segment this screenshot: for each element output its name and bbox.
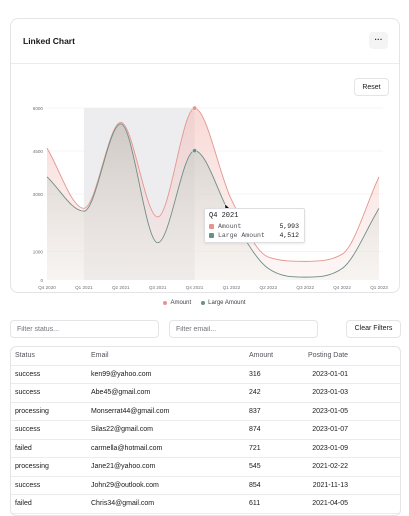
cell-status: processing [15, 463, 49, 470]
cell-posting-date: 2023-01-07 [308, 426, 348, 433]
cell-email: carmella@hotmail.com [91, 445, 162, 452]
cell-email: ken99@yahoo.com [91, 371, 151, 378]
header-posting-date[interactable]: Posting Date [308, 352, 348, 359]
reset-button[interactable]: Reset [354, 78, 389, 96]
tooltip-title: Q4 2021 [209, 212, 299, 220]
cell-amount: 316 [249, 371, 261, 378]
transactions-table: Status Email Amount Posting Date success… [10, 346, 401, 516]
more-options-button[interactable]: ··· [369, 32, 388, 49]
cell-amount: 854 [249, 482, 261, 489]
table-row[interactable]: failed carmella@hotmail.com 721 2023-01-09 [11, 440, 401, 459]
table-header-row: Status Email Amount Posting Date [11, 347, 401, 366]
cell-posting-date: 2023-01-09 [308, 445, 348, 452]
cell-email: Jane21@yahoo.com [91, 463, 155, 470]
header-email[interactable]: Email [91, 352, 109, 359]
tooltip-amount-swatch [209, 224, 214, 229]
clear-filters-button[interactable]: Clear Filters [346, 320, 401, 338]
cell-status: failed [15, 445, 32, 452]
table-row[interactable]: failed Chris34@gmail.com 611 2021-04-05 [11, 495, 401, 514]
cell-status: success [15, 426, 40, 433]
legend-amount-dot [163, 301, 167, 305]
table-row[interactable]: success Abe45@gmail.com 242 2023-01-03 [11, 384, 401, 403]
filter-email-input[interactable] [169, 320, 318, 338]
cell-posting-date: 2021-04-05 [308, 500, 348, 507]
header-amount[interactable]: Amount [249, 352, 273, 359]
table-row[interactable]: success ken99@yahoo.com 316 2023-01-01 [11, 366, 401, 385]
cell-email: Silas22@gmail.com [91, 426, 153, 433]
cell-amount: 837 [249, 408, 261, 415]
cell-email: John29@outlook.com [91, 482, 159, 489]
table-row[interactable]: success Silas22@gmail.com 874 2023-01-07 [11, 421, 401, 440]
cell-email: Chris34@gmail.com [91, 500, 154, 507]
cell-amount: 242 [249, 389, 261, 396]
cell-posting-date: 2023-01-05 [308, 408, 348, 415]
cell-status: processing [15, 408, 49, 415]
legend-large-amount-dot [201, 301, 205, 305]
cell-email: Abe45@gmail.com [91, 389, 150, 396]
tooltip-amount-label: Amount [218, 223, 279, 230]
cell-amount: 545 [249, 463, 261, 470]
cell-status: failed [15, 500, 32, 507]
table-row[interactable]: processing Monserrat44@gmail.com 837 2023-0… [11, 403, 401, 422]
cell-posting-date: 2023-01-01 [308, 371, 348, 378]
cell-posting-date: 2023-01-03 [308, 389, 348, 396]
linked-chart-card: Linked Chart ··· Reset [10, 18, 400, 293]
cell-posting-date: 2021-11-13 [308, 482, 348, 489]
card-divider [11, 63, 399, 64]
cell-email: Monserrat44@gmail.com [91, 408, 169, 415]
table-row[interactable]: success John29@outlook.com 854 2021-11-13 [11, 477, 401, 496]
legend-large-amount-label: Large Amount [208, 300, 245, 306]
cell-amount: 721 [249, 445, 261, 452]
chart-tooltip: Q4 2021 Amount 5,993 Large Amount 4,512 [204, 208, 305, 243]
tooltip-row-amount: Amount 5,993 [209, 222, 299, 231]
cell-amount: 874 [249, 426, 261, 433]
cell-status: success [15, 371, 40, 378]
tooltip-row-large-amount: Large Amount 4,512 [209, 231, 299, 240]
card-title: Linked Chart [23, 36, 75, 46]
tooltip-amount-value: 5,993 [279, 223, 299, 230]
cell-posting-date: 2021-02-22 [308, 463, 348, 470]
table-row[interactable]: processing Jane21@yahoo.com 545 2021-02-22 [11, 458, 401, 477]
tooltip-large-amount-swatch [209, 233, 214, 238]
filter-status-input[interactable] [10, 320, 159, 338]
header-status[interactable]: Status [15, 352, 35, 359]
cell-amount: 611 [249, 500, 260, 507]
legend-item-amount[interactable]: Amount [163, 300, 191, 306]
tooltip-large-amount-value: 4,512 [279, 232, 299, 239]
cell-status: success [15, 482, 40, 489]
cell-status: success [15, 389, 40, 396]
legend-amount-label: Amount [170, 300, 191, 306]
legend-item-large-amount[interactable]: Large Amount [201, 300, 245, 306]
chart-legend: Amount Large Amount [0, 300, 409, 306]
tooltip-large-amount-label: Large Amount [218, 232, 279, 239]
